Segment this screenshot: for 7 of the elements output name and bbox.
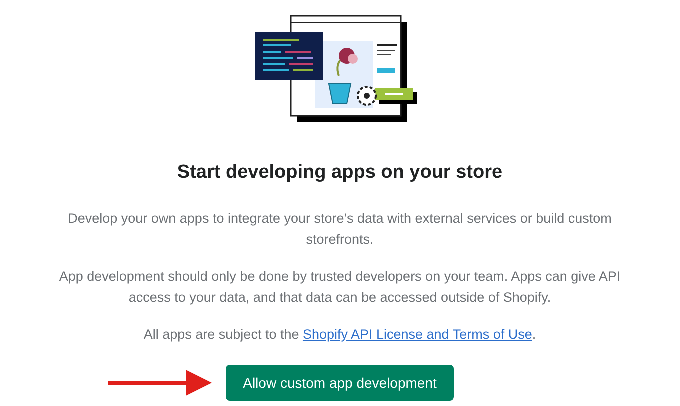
pointer-arrow-icon	[108, 370, 212, 396]
description-text: App development should only be done by trusted developers on your team. Apps can give API access to your data, and that data can be accessed outside of Shopify.	[58, 268, 622, 307]
terms-link[interactable]: Shopify API License and Terms of Use	[302, 327, 532, 342]
description-text: Develop your own apps to integrate your store’s data with external services or build custom storefronts.	[67, 210, 613, 249]
allow-development-button[interactable]: Allow custom app development	[226, 365, 454, 401]
page-title: Start developing apps on your store	[177, 162, 503, 184]
terms-text: All apps are subject to the Shopify API License and Terms of Use.	[142, 326, 538, 344]
